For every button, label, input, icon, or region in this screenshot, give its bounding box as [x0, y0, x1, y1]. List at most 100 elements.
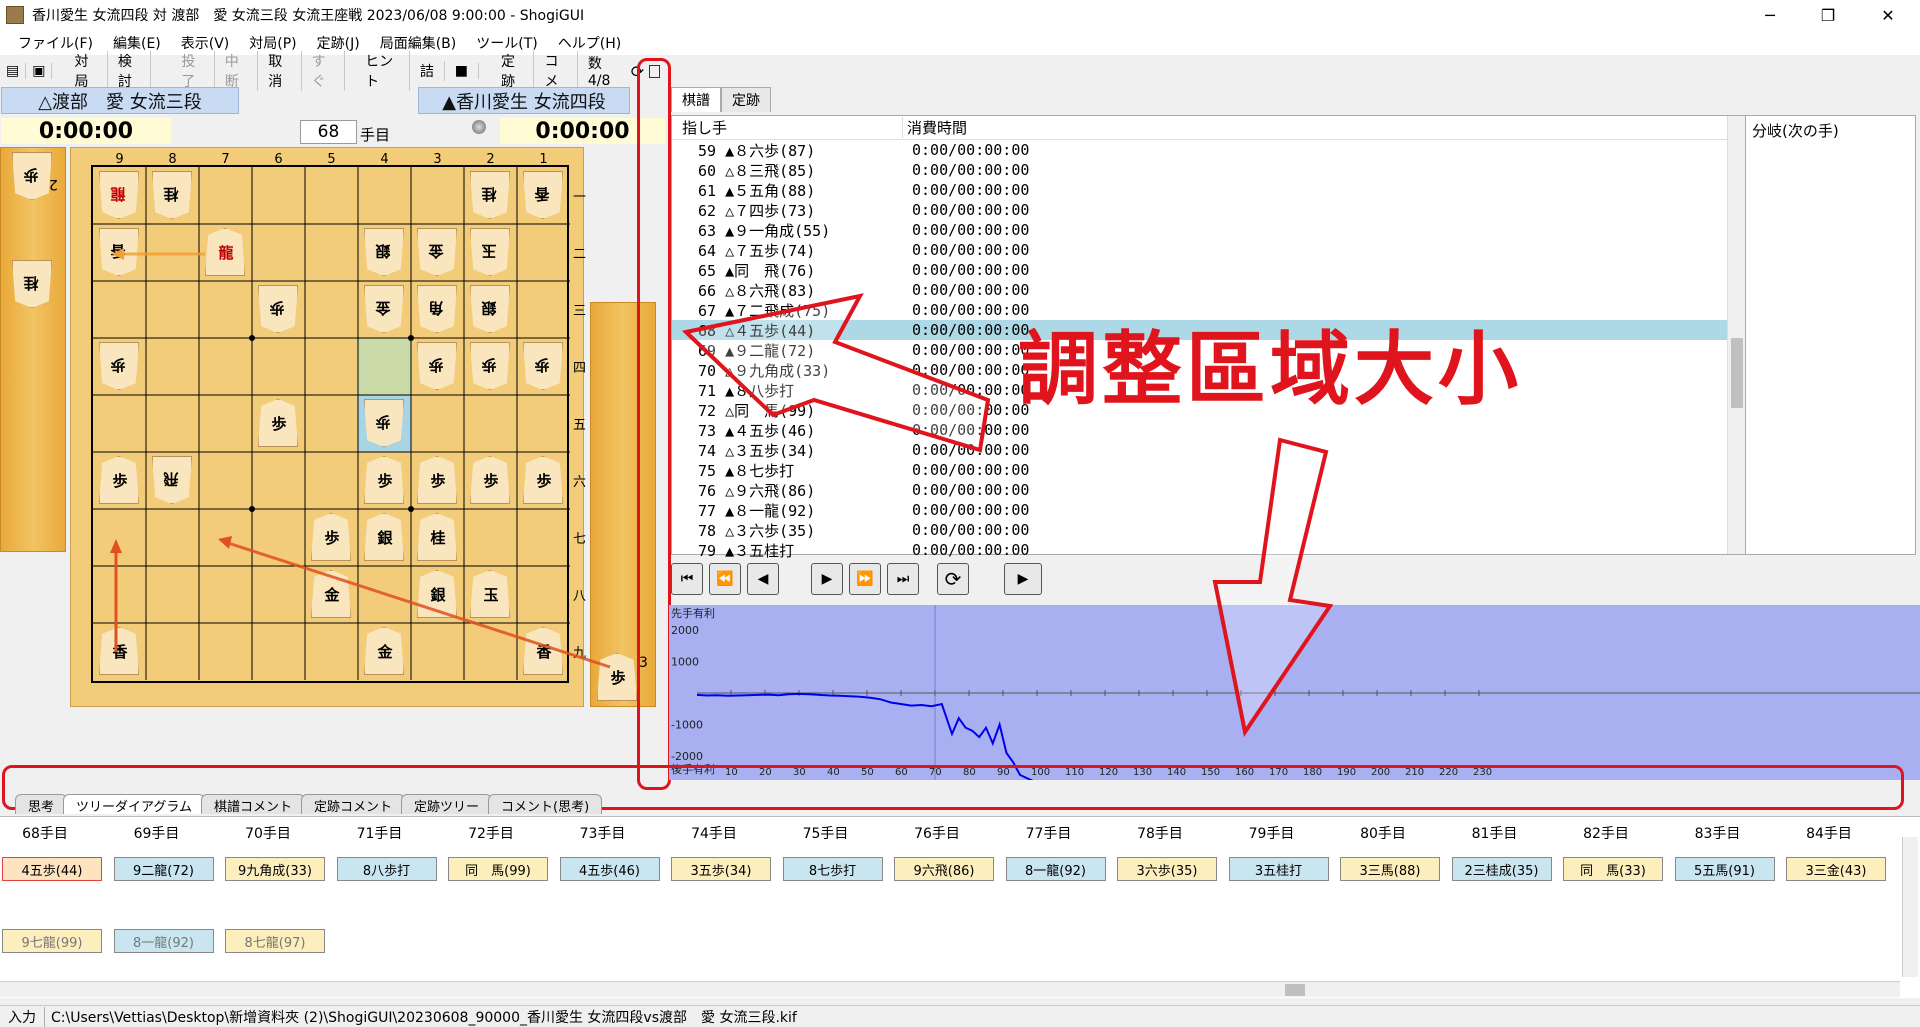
sente-piece[interactable]: 桂 [417, 513, 457, 561]
kifu-row[interactable]: 61 ▲５五角(88) 0:00/00:00:00 [672, 180, 1745, 200]
kifu-row[interactable]: 79 ▲３五桂打 0:00/00:00:00 [672, 540, 1745, 560]
analyze-button[interactable]: 検討 [108, 51, 152, 91]
back-ten-icon[interactable]: ⏪ [709, 563, 741, 595]
pause-button[interactable]: 中断 [215, 51, 259, 91]
move-number-input[interactable]: 68 [300, 120, 357, 144]
gote-piece[interactable]: 桂 [470, 171, 510, 219]
gote-piece[interactable]: 香 [523, 171, 563, 219]
gote-piece[interactable]: 歩 [258, 285, 298, 333]
gote-piece[interactable]: 歩 [523, 342, 563, 390]
kifu-row[interactable]: 66 △８六飛(83) 0:00/00:00:00 [672, 280, 1745, 300]
tree-branch-node[interactable]: 8一龍(92) [113, 929, 214, 953]
close-button[interactable]: ✕ [1860, 0, 1916, 30]
tab-kifu[interactable]: 棋譜 [671, 87, 721, 112]
menu-tools[interactable]: ツール(T) [466, 33, 547, 53]
menu-file[interactable]: ファイル(F) [0, 33, 103, 53]
gote-piece[interactable]: 歩 [470, 342, 510, 390]
maximize-button[interactable]: ❐ [1800, 0, 1856, 30]
tree-node[interactable]: 同 馬(99) [448, 857, 548, 881]
gote-piece[interactable]: 銀 [470, 285, 510, 333]
stop-button[interactable]: ■ [445, 63, 479, 79]
tree-node[interactable]: 9九角成(33) [225, 857, 325, 881]
kifu-row[interactable]: 76 △９六飛(86) 0:00/00:00:00 [672, 480, 1745, 500]
gote-piece[interactable]: 歩 [364, 399, 404, 447]
tree-node[interactable]: 8七歩打 [782, 857, 883, 881]
comment-button[interactable]: コメ [534, 51, 578, 91]
kifu-row[interactable]: 73 ▲４五歩(46) 0:00/00:00:00 [672, 420, 1745, 440]
sente-piece[interactable]: 銀 [417, 570, 457, 618]
kifu-scrollbar[interactable] [1727, 116, 1745, 554]
last-move-icon[interactable]: ⏭ [887, 563, 919, 595]
sente-piece[interactable]: 香 [99, 627, 139, 675]
tree-node[interactable]: 9六飛(86) [894, 857, 994, 881]
menu-help[interactable]: ヘルプ(H) [548, 33, 631, 53]
tree-node[interactable]: 同 馬(33) [1563, 857, 1663, 881]
kifu-row[interactable]: 60 △８三飛(85) 0:00/00:00:00 [672, 160, 1745, 180]
gote-piece[interactable]: 歩 [99, 342, 139, 390]
sente-piece[interactable]: 歩 [258, 399, 298, 447]
prev-move-icon[interactable]: ◀ [747, 563, 779, 595]
sente-piece[interactable]: 歩 [523, 456, 563, 504]
tree-node[interactable]: 8八歩打 [336, 857, 437, 881]
menu-joseki[interactable]: 定跡(J) [307, 33, 370, 53]
tree-node[interactable]: 3三金(43) [1786, 857, 1886, 881]
tree-node[interactable]: 3六歩(35) [1117, 857, 1217, 881]
sente-piece[interactable]: 金 [364, 627, 404, 675]
sente-piece[interactable]: 歩 [99, 456, 139, 504]
sente-piece[interactable]: 歩 [364, 456, 404, 504]
sente-piece[interactable]: 金 [311, 570, 351, 618]
gote-hand-piece[interactable]: 桂 [12, 260, 52, 308]
sente-piece[interactable]: 銀 [364, 513, 404, 561]
evaluation-graph[interactable]: 先手有利 後手有利 2000 1000 -1000 -2000 10 20 30 40 50 60 70… [669, 605, 1920, 784]
kifu-row[interactable]: 63 ▲９一角成(55) 0:00/00:00:00 [672, 220, 1745, 240]
tab-comment-thinking[interactable]: コメント(思考) [488, 794, 603, 815]
tree-node[interactable]: 5五馬(91) [1674, 857, 1775, 881]
menu-edit[interactable]: 編集(E) [103, 33, 171, 53]
tab-joseki-tree[interactable]: 定跡ツリー [401, 794, 493, 815]
move-now-button[interactable]: すぐ [302, 51, 346, 91]
board-grid[interactable]: 987654321一二三四五六七八九龍桂桂香香龍銀金玉歩金角銀歩歩歩歩歩歩歩飛歩… [91, 152, 586, 683]
mate-button[interactable]: 詰 [410, 61, 445, 81]
next-move-icon[interactable]: ▶ [811, 563, 843, 595]
sente-piece[interactable]: 歩 [470, 456, 510, 504]
gote-piece[interactable]: 香 [99, 228, 139, 276]
undo-button[interactable]: 取消 [258, 51, 302, 91]
tree-hscrollbar[interactable] [0, 981, 1900, 997]
tree-node[interactable]: 4五歩(44) [2, 857, 102, 881]
gote-piece[interactable]: 飛 [152, 456, 192, 504]
gote-piece[interactable]: 玉 [470, 228, 510, 276]
tab-joseki[interactable]: 定跡 [721, 87, 771, 112]
new-file-icon[interactable]: ▤ [0, 63, 27, 79]
tree-node[interactable]: 3五歩(34) [671, 857, 771, 881]
play-kifu-icon[interactable]: ▶ [1004, 563, 1042, 595]
tab-tree-diagram[interactable]: ツリーダイアグラム [63, 794, 205, 815]
tree-branch-node[interactable]: 9七龍(99) [2, 929, 102, 953]
sente-hand-piece[interactable]: 歩 [597, 653, 637, 701]
gote-piece[interactable]: 角 [417, 285, 457, 333]
kifu-row[interactable]: 62 △７四歩(73) 0:00/00:00:00 [672, 200, 1745, 220]
kifu-row[interactable]: 77 ▲８一龍(92) 0:00/00:00:00 [672, 500, 1745, 520]
gote-piece[interactable]: 歩 [417, 342, 457, 390]
tree-vscrollbar[interactable] [1902, 837, 1918, 977]
flip-board-icon[interactable]: ⟳ [937, 563, 969, 595]
tree-node[interactable]: 8一龍(92) [1005, 857, 1106, 881]
save-icon[interactable]: ▣ [26, 63, 53, 79]
sente-piece[interactable]: 香 [523, 627, 563, 675]
col-time-header[interactable]: 消費時間 [902, 117, 1132, 138]
minimize-button[interactable]: ─ [1742, 0, 1798, 30]
tree-node[interactable]: 3三馬(88) [1340, 857, 1440, 881]
kifu-row[interactable]: 64 △７五歩(74) 0:00/00:00:00 [672, 240, 1745, 260]
forward-ten-icon[interactable]: ⏩ [849, 563, 881, 595]
tab-kifu-comment[interactable]: 棋譜コメント [200, 794, 305, 815]
sente-piece[interactable]: 歩 [417, 456, 457, 504]
gote-piece[interactable]: 龍 [99, 171, 139, 219]
kifu-row[interactable]: 75 ▲８七歩打 0:00/00:00:00 [672, 460, 1745, 480]
play-button[interactable]: 対局 [52, 51, 108, 91]
hint-button[interactable]: ヒント [345, 51, 410, 91]
kifu-row[interactable]: 74 △３五歩(34) 0:00/00:00:00 [672, 440, 1745, 460]
kifu-row[interactable]: 59 ▲８六歩(87) 0:00/00:00:00 [672, 140, 1745, 160]
gote-piece[interactable]: 桂 [152, 171, 192, 219]
col-move-header[interactable]: 指し手 [672, 117, 902, 138]
menu-game[interactable]: 対局(P) [239, 33, 306, 53]
tree-branch-node[interactable]: 8七龍(97) [225, 929, 325, 953]
